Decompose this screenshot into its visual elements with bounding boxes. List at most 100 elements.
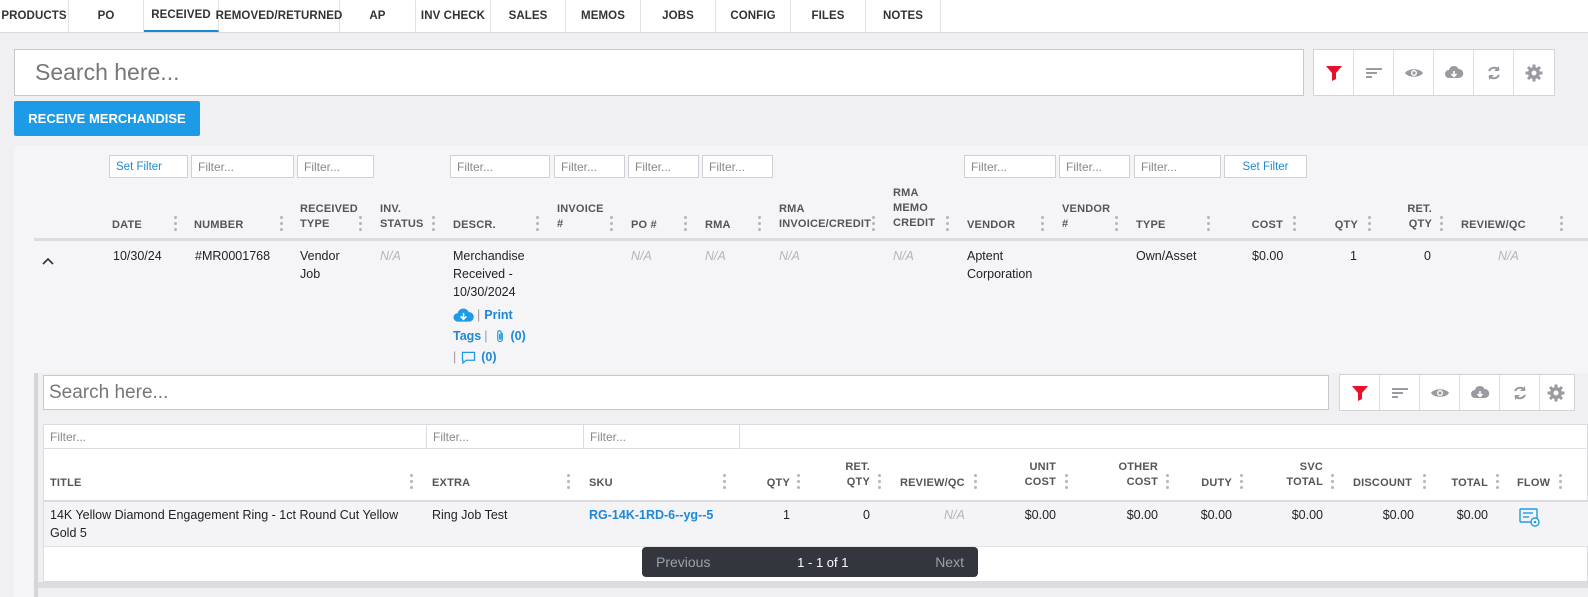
col-ret-qty[interactable]: RET. QTY — [1385, 202, 1432, 232]
vendor-filter-input[interactable]: Filter... — [964, 155, 1056, 178]
col-received-type[interactable]: RECEIVED TYPE — [300, 202, 358, 232]
col-duty[interactable]: DUTY — [1188, 476, 1232, 491]
col-menu-icon[interactable] — [1559, 474, 1562, 491]
col-review-qc[interactable]: REVIEW/QC — [1461, 218, 1526, 233]
col-menu-icon[interactable] — [567, 474, 570, 491]
col-menu-icon[interactable] — [1331, 474, 1334, 491]
col-menu-icon[interactable] — [1440, 216, 1443, 233]
col-menu-icon[interactable] — [758, 216, 761, 233]
tab-memos[interactable]: MEMOS — [566, 0, 641, 32]
tab-config[interactable]: CONFIG — [716, 0, 791, 32]
col-menu-icon[interactable] — [1166, 474, 1169, 491]
col-total[interactable]: TOTAL — [1440, 476, 1488, 491]
col-menu-icon[interactable] — [1115, 216, 1118, 233]
col-menu-icon[interactable] — [872, 216, 875, 233]
col-title[interactable]: TITLE — [50, 476, 82, 491]
col-menu-icon[interactable] — [723, 474, 726, 491]
col-menu-icon[interactable] — [1423, 474, 1426, 491]
tab-sales[interactable]: SALES — [491, 0, 566, 32]
col-menu-icon[interactable] — [432, 216, 435, 233]
col-other-cost[interactable]: OTHER COST — [1087, 460, 1158, 490]
refresh-icon[interactable] — [1500, 375, 1540, 410]
cloud-download-icon[interactable] — [1460, 375, 1500, 410]
item-sku-link[interactable]: RG-14K-1RD-6--yg--5 — [589, 506, 713, 524]
col-type[interactable]: TYPE — [1136, 218, 1166, 233]
collapse-row-button[interactable] — [41, 254, 55, 268]
col-invoice[interactable]: INVOICE # — [557, 202, 604, 232]
po-filter-input[interactable]: Filter... — [628, 155, 699, 178]
comments-count[interactable]: (0) — [481, 348, 496, 366]
col-menu-icon[interactable] — [280, 216, 283, 233]
sku-filter-input[interactable]: Filter... — [583, 424, 740, 449]
tab-removed-returned[interactable]: REMOVED/RETURNED — [216, 0, 342, 32]
col-po[interactable]: PO # — [631, 218, 657, 233]
col-menu-icon[interactable] — [1293, 216, 1296, 233]
descr-filter-input[interactable]: Filter... — [450, 155, 550, 178]
flow-icon[interactable] — [1519, 508, 1541, 533]
tags-link[interactable]: Tags — [453, 327, 481, 345]
receive-merchandise-button[interactable]: RECEIVE MERCHANDISE — [14, 101, 200, 136]
date-set-filter-button[interactable]: Set Filter — [109, 155, 188, 178]
next-page-button[interactable]: Next — [935, 554, 964, 570]
paperclip-icon[interactable] — [495, 329, 506, 344]
col-menu-icon[interactable] — [610, 216, 613, 233]
col-qty[interactable]: QTY — [1310, 218, 1358, 233]
tab-received[interactable]: RECEIVED — [144, 0, 219, 32]
col-menu-icon[interactable] — [410, 474, 413, 491]
received-type-filter-input[interactable]: Filter... — [297, 155, 374, 178]
col-descr[interactable]: DESCR. — [453, 218, 496, 233]
col-menu-icon[interactable] — [684, 216, 687, 233]
eye-icon[interactable] — [1420, 375, 1460, 410]
gear-icon[interactable] — [1514, 50, 1554, 95]
col-svc-total[interactable]: SVC TOTAL — [1262, 460, 1323, 490]
col-menu-icon[interactable] — [1240, 474, 1243, 491]
col-menu-icon[interactable] — [536, 216, 539, 233]
col-flow[interactable]: FLOW — [1517, 476, 1550, 491]
cost-set-filter-button[interactable]: Set Filter — [1224, 155, 1307, 178]
col-qty[interactable]: QTY — [745, 476, 790, 491]
eye-icon[interactable] — [1394, 50, 1434, 95]
search-input[interactable]: Search here... — [14, 49, 1304, 96]
col-extra[interactable]: EXTRA — [432, 476, 470, 491]
filter-icon[interactable] — [1314, 50, 1354, 95]
refresh-icon[interactable] — [1474, 50, 1514, 95]
tab-po[interactable]: PO — [69, 0, 144, 32]
extra-filter-input[interactable]: Filter... — [426, 424, 584, 449]
sort-icon[interactable] — [1380, 375, 1420, 410]
tab-jobs[interactable]: JOBS — [641, 0, 716, 32]
col-menu-icon[interactable] — [1496, 474, 1499, 491]
col-number[interactable]: NUMBER — [194, 218, 243, 233]
col-menu-icon[interactable] — [797, 474, 800, 491]
col-menu-icon[interactable] — [878, 474, 881, 491]
tab-notes[interactable]: NOTES — [866, 0, 941, 32]
title-filter-input[interactable]: Filter... — [43, 424, 427, 449]
col-menu-icon[interactable] — [974, 474, 977, 491]
type-filter-input[interactable]: Filter... — [1134, 155, 1221, 178]
row-number[interactable]: #MR0001768 — [195, 247, 270, 265]
col-rma-memo-credit[interactable]: RMA MEMO CREDIT — [893, 186, 935, 231]
col-ret-qty[interactable]: RET. QTY — [820, 460, 870, 490]
col-menu-icon[interactable] — [946, 216, 949, 233]
col-vendor-number[interactable]: VENDOR # — [1062, 202, 1110, 232]
rma-filter-input[interactable]: Filter... — [702, 155, 773, 178]
print-link[interactable]: Print — [484, 306, 512, 324]
tab-files[interactable]: FILES — [791, 0, 866, 32]
sort-icon[interactable] — [1354, 50, 1394, 95]
previous-page-button[interactable]: Previous — [656, 554, 710, 570]
col-discount[interactable]: DISCOUNT — [1353, 476, 1412, 491]
col-menu-icon[interactable] — [1560, 216, 1563, 233]
col-vendor[interactable]: VENDOR — [967, 218, 1015, 233]
col-rma[interactable]: RMA — [705, 218, 731, 233]
col-menu-icon[interactable] — [359, 216, 362, 233]
col-menu-icon[interactable] — [1368, 216, 1371, 233]
col-review-qc[interactable]: REVIEW/QC — [900, 476, 965, 491]
comment-icon[interactable] — [461, 351, 476, 364]
cloud-download-icon[interactable] — [1434, 50, 1474, 95]
col-menu-icon[interactable] — [174, 216, 177, 233]
col-menu-icon[interactable] — [1041, 216, 1044, 233]
filter-icon[interactable] — [1340, 375, 1380, 410]
col-date[interactable]: DATE — [112, 218, 142, 233]
tab-inv-check[interactable]: INV CHECK — [416, 0, 491, 32]
cloud-download-icon[interactable] — [453, 307, 474, 323]
invoice-filter-input[interactable]: Filter... — [554, 155, 625, 178]
